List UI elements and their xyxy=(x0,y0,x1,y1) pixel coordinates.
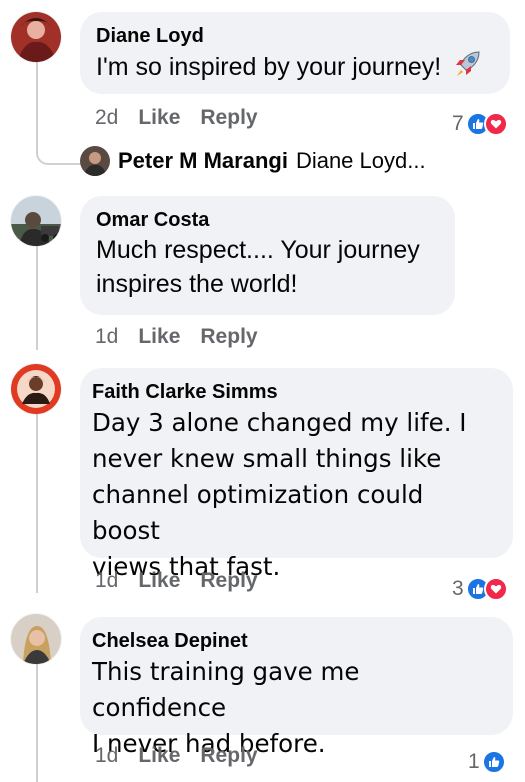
avatar-chelsea-depinet[interactable] xyxy=(11,614,61,664)
comment-actions-chelsea: 1d Like Reply xyxy=(95,744,258,768)
comment-actions-omar: 1d Like Reply xyxy=(95,325,258,349)
avatar-omar-costa[interactable] xyxy=(11,196,61,246)
reply-button[interactable]: Reply xyxy=(200,744,257,768)
comment-actions-faith: 1d Like Reply xyxy=(95,569,258,593)
thread-line-faith xyxy=(36,413,38,593)
reply-author[interactable]: Peter M Marangi xyxy=(118,148,288,174)
reply-button[interactable]: Reply xyxy=(200,106,257,130)
like-button[interactable]: Like xyxy=(138,569,180,593)
comment-text-line: inspires the world! xyxy=(96,270,298,298)
reaction-count: 1 xyxy=(468,750,480,773)
thread-line-chelsea xyxy=(36,664,38,782)
avatar-faith-clarke-simms[interactable] xyxy=(11,364,61,414)
comment-text-line: Much respect.... Your journey xyxy=(96,236,420,264)
comment-actions-diane: 2d Like Reply xyxy=(95,106,258,130)
avatar-peter-marangi xyxy=(80,146,110,176)
comment-age[interactable]: 1d xyxy=(95,744,118,768)
reply-button[interactable]: Reply xyxy=(200,325,257,349)
comment-text-line: Day 3 alone changed my life. I xyxy=(92,408,467,437)
comment-text: I'm so inspired by your journey! xyxy=(96,49,494,88)
like-button[interactable]: Like xyxy=(138,744,180,768)
reaction-summary-faith[interactable]: 3 xyxy=(452,577,508,601)
comment-text-content: I'm so inspired by your journey! xyxy=(96,53,442,82)
like-button[interactable]: Like xyxy=(138,325,180,349)
comment-bubble-faith: Faith Clarke Simms Day 3 alone changed m… xyxy=(80,368,513,581)
reaction-count: 3 xyxy=(452,577,464,600)
comment-bubble-chelsea: Chelsea Depinet This training gave me co… xyxy=(80,617,513,758)
avatar-diane-loyd[interactable] xyxy=(11,12,61,62)
comment-bubble-diane: Diane Loyd I'm so inspired by your journ… xyxy=(80,12,510,94)
comment-text-line: This training gave me confidence xyxy=(92,657,360,722)
like-button[interactable]: Like xyxy=(138,106,180,130)
comment-author[interactable]: Faith Clarke Simms xyxy=(92,379,497,405)
reply-thread-connector xyxy=(36,60,82,165)
rocket-emoji-icon xyxy=(452,49,482,88)
love-reaction-icon xyxy=(483,112,508,136)
reply-preview[interactable]: Peter M Marangi Diane Loyd... xyxy=(80,146,426,176)
comment-age[interactable]: 1d xyxy=(95,569,118,593)
love-reaction-icon xyxy=(483,577,508,601)
comment-text-line: channel optimization could boost xyxy=(92,480,424,545)
reaction-summary-diane[interactable]: 7 xyxy=(452,112,508,136)
thread-line-omar xyxy=(36,238,38,350)
comment-author[interactable]: Diane Loyd xyxy=(96,23,494,49)
comment-text-line: never knew small things like xyxy=(92,444,442,473)
comment-bubble-omar: Omar Costa Much respect.... Your journey… xyxy=(80,196,455,315)
reply-button[interactable]: Reply xyxy=(200,569,257,593)
comment-author[interactable]: Chelsea Depinet xyxy=(92,628,497,654)
comment-author[interactable]: Omar Costa xyxy=(96,207,439,233)
reply-snippet: Diane Loyd... xyxy=(295,148,426,173)
reaction-count: 7 xyxy=(452,112,464,135)
reaction-summary-chelsea[interactable]: 1 xyxy=(468,750,506,774)
comment-age[interactable]: 2d xyxy=(95,106,118,130)
comment-age[interactable]: 1d xyxy=(95,325,118,349)
like-reaction-icon xyxy=(481,750,506,774)
